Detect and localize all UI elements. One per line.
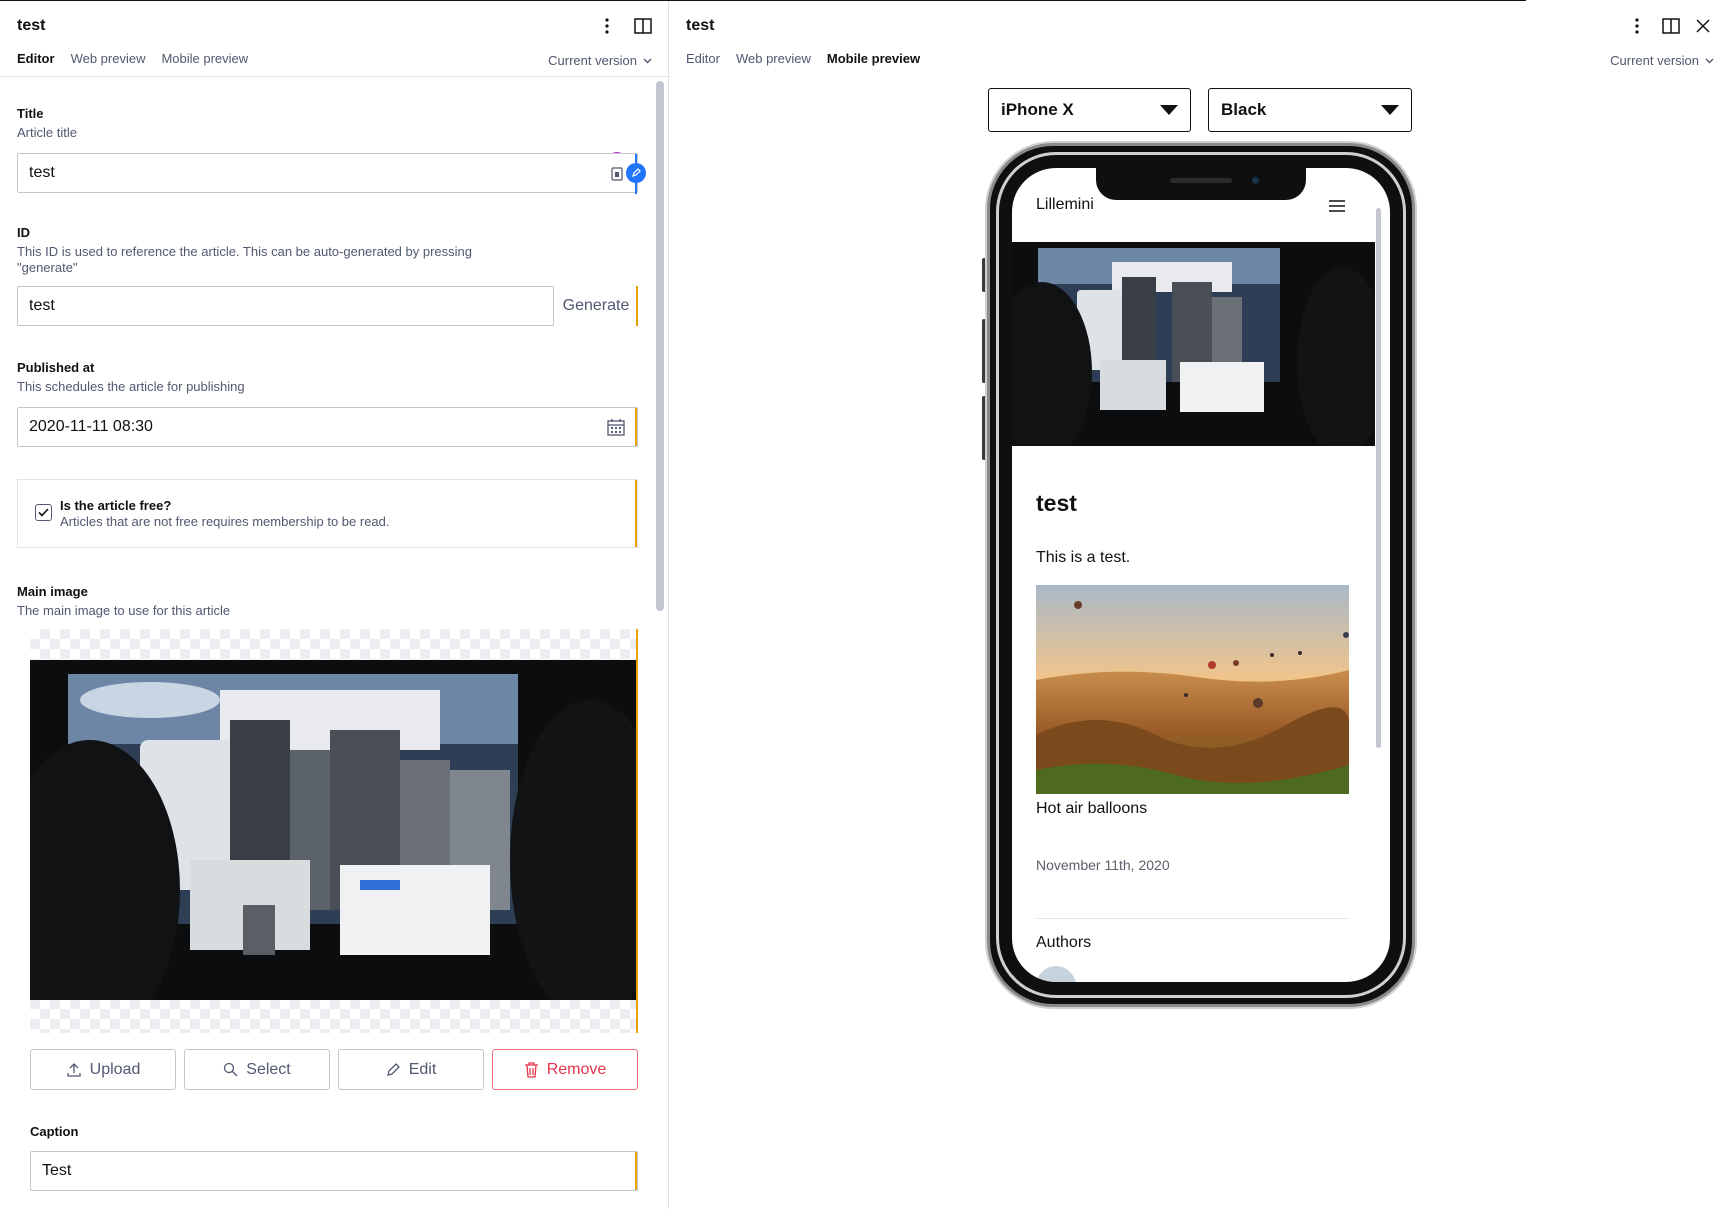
id-input-value: test — [29, 297, 55, 314]
caption-value: Test — [42, 1162, 72, 1179]
tab-web-preview[interactable]: Web preview — [71, 51, 146, 66]
author-avatar — [1036, 966, 1076, 982]
tab-editor[interactable]: Editor — [17, 51, 55, 66]
article-body: This is a test. — [1036, 549, 1131, 566]
color-select[interactable]: Black — [1208, 88, 1412, 132]
scrollbar[interactable] — [656, 81, 664, 611]
article-date: November 11th, 2020 — [1036, 857, 1170, 873]
calendar-icon[interactable] — [607, 418, 625, 441]
preview-scrollbar[interactable] — [1376, 208, 1381, 748]
phone-notch — [1096, 168, 1306, 200]
is-free-checkbox[interactable] — [35, 504, 52, 521]
field-label: Caption — [30, 1124, 79, 1139]
preview-pane: test Editor Web preview Mobile preview C… — [670, 1, 1716, 1209]
editor-pane-header: test Editor Web preview Mobile preview C… — [0, 1, 668, 77]
main-image-field: Main image The main image to use for thi… — [17, 584, 638, 1090]
caret-down-icon — [1160, 105, 1178, 115]
search-icon — [224, 1062, 238, 1077]
field-label: Main image — [17, 584, 88, 599]
title-input[interactable]: test — [17, 153, 646, 194]
trash-icon — [524, 1061, 538, 1078]
pane-title: test — [686, 17, 715, 34]
is-free-text: Is the article free? Articles that are n… — [60, 498, 390, 529]
chevron-down-icon — [643, 58, 652, 63]
upload-label: Upload — [89, 1060, 141, 1078]
editor-form: Title Article title PB test ID This ID i… — [17, 78, 646, 1191]
site-name[interactable]: Lillemini — [1036, 196, 1094, 214]
published-field: Published at This schedules the article … — [17, 360, 638, 447]
phone-screen: Lillemini test This is a test. Hot air b… — [1012, 168, 1390, 982]
pane-tabs: Editor Web preview Mobile preview — [17, 51, 248, 66]
published-at-value: 2020-11-11 08:30 — [29, 418, 153, 435]
pane-title: test — [17, 17, 46, 34]
color-select-value: Black — [1221, 100, 1267, 119]
field-description: This ID is used to reference the article… — [17, 244, 473, 275]
caption-input[interactable]: Test — [30, 1151, 638, 1191]
hamburger-menu-icon[interactable] — [1329, 199, 1345, 217]
device-select[interactable]: iPhone X — [988, 88, 1191, 132]
field-label: Title — [17, 106, 44, 121]
tab-mobile-preview[interactable]: Mobile preview — [827, 51, 920, 66]
phone-side-button — [982, 258, 986, 292]
edit-presence-icon[interactable] — [626, 163, 646, 183]
tab-web-preview[interactable]: Web preview — [736, 51, 811, 66]
version-selector[interactable]: Current version — [548, 53, 652, 68]
caret-down-icon — [1381, 105, 1399, 115]
title-input-value: test — [29, 164, 55, 181]
is-free-field: Is the article free? Articles that are n… — [17, 479, 638, 548]
phone-side-button — [982, 319, 986, 383]
remove-label: Remove — [546, 1060, 607, 1078]
divider — [1036, 918, 1349, 919]
field-description: The main image to use for this article — [17, 603, 231, 618]
device-select-value: iPhone X — [1001, 100, 1074, 119]
field-description: Article title — [17, 125, 77, 140]
article-title: test — [1036, 490, 1077, 516]
id-input[interactable]: test — [17, 286, 554, 326]
pencil-icon — [386, 1063, 400, 1076]
main-image — [30, 660, 636, 1000]
chevron-down-icon — [1705, 58, 1714, 63]
upload-icon — [66, 1062, 81, 1077]
title-field: Title Article title PB test — [17, 106, 646, 194]
split-pane-icon[interactable] — [1660, 15, 1682, 37]
id-field: ID This ID is used to reference the arti… — [17, 225, 638, 326]
upload-button[interactable]: Upload — [30, 1049, 176, 1090]
pane-tabs: Editor Web preview Mobile preview — [686, 51, 920, 66]
split-pane-icon[interactable] — [632, 15, 654, 37]
image-caption: Hot air balloons — [1036, 800, 1148, 817]
field-description: This schedules the article for publishin… — [17, 379, 245, 394]
version-label: Current version — [1610, 53, 1699, 68]
edit-label: Edit — [408, 1060, 437, 1078]
hero-image — [1012, 242, 1375, 446]
tab-editor[interactable]: Editor — [686, 51, 720, 66]
edit-button[interactable]: Edit — [338, 1049, 484, 1090]
field-label: ID — [17, 225, 30, 240]
tab-mobile-preview[interactable]: Mobile preview — [161, 51, 248, 66]
select-label: Select — [246, 1060, 291, 1078]
main-image-preview[interactable] — [30, 629, 638, 1033]
phone-side-button — [982, 396, 986, 460]
caption-field: Caption Test — [30, 1124, 638, 1191]
authors-heading: Authors — [1036, 934, 1092, 951]
more-menu-icon[interactable] — [1626, 15, 1648, 37]
field-label: Is the article free? — [60, 498, 172, 513]
id-input-group: test Generate — [17, 286, 638, 326]
select-button[interactable]: Select — [184, 1049, 330, 1090]
version-label: Current version — [548, 53, 637, 68]
remove-button[interactable]: Remove — [492, 1049, 638, 1090]
close-icon[interactable] — [1692, 15, 1714, 37]
editor-pane: test Editor Web preview Mobile preview C… — [0, 1, 669, 1209]
published-at-input[interactable]: 2020-11-11 08:30 — [17, 407, 638, 447]
version-selector[interactable]: Current version — [1610, 53, 1714, 68]
balloons-image — [1036, 585, 1349, 794]
clipboard-icon[interactable] — [611, 166, 623, 186]
field-label: Published at — [17, 360, 95, 375]
field-description: Articles that are not free requires memb… — [60, 514, 390, 529]
checkmark-icon — [38, 508, 49, 517]
preview-pane-header: test Editor Web preview Mobile preview C… — [670, 1, 1716, 77]
phone-frame: Lillemini test This is a test. Hot air b… — [987, 143, 1415, 1007]
image-actions: Upload Select Edit Remove — [30, 1049, 638, 1090]
generate-button[interactable]: Generate — [554, 286, 638, 326]
more-menu-icon[interactable] — [596, 15, 618, 37]
